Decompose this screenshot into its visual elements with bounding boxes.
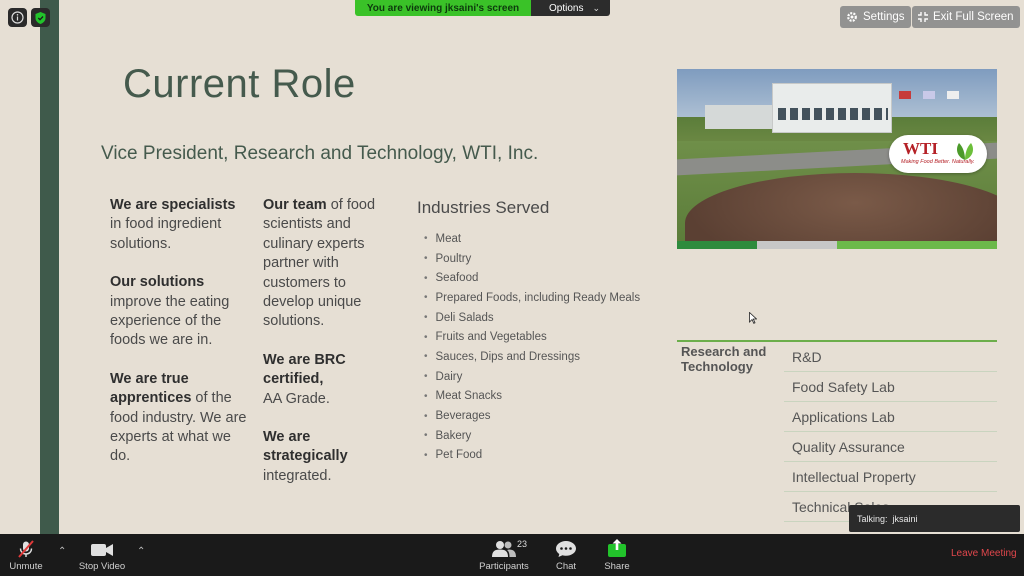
unmute-label: Unmute <box>9 561 43 572</box>
exit-fullscreen-label: Exit Full Screen <box>933 11 1014 23</box>
chat-label: Chat <box>555 561 577 572</box>
chevron-down-icon: ⌄ <box>592 3 600 13</box>
talking-name: jksaini <box>892 513 918 524</box>
slide-side-bar <box>40 0 59 534</box>
wti-logo: WTI Making Food Better. Naturally. <box>889 135 987 173</box>
rd-item: R&D <box>784 342 997 372</box>
rd-item: Quality Assurance <box>784 432 997 462</box>
rd-item: Food Safety Lab <box>784 372 997 402</box>
rd-item: Intellectual Property <box>784 462 997 492</box>
industry-item: Pet Food <box>424 446 640 466</box>
share-screen-button[interactable]: Share <box>598 534 636 576</box>
info-icon <box>11 11 24 24</box>
industry-item: Beverages <box>424 406 640 426</box>
participants-count: 23 <box>517 539 528 549</box>
meeting-info-button[interactable] <box>8 8 27 27</box>
industry-item: Meat <box>424 229 640 249</box>
facility-photo: WTI Making Food Better. Naturally. <box>677 69 997 241</box>
view-options-button[interactable]: Options ⌄ <box>531 0 610 16</box>
mouse-cursor-icon <box>749 312 757 324</box>
stripe-grey <box>757 241 837 249</box>
settings-label: Settings <box>863 11 905 23</box>
flag-icon <box>947 91 959 99</box>
video-camera-icon <box>91 544 113 556</box>
shared-screen: Current Role Vice President, Research an… <box>0 0 1024 534</box>
leave-meeting-button[interactable]: Leave Meeting <box>951 548 1017 559</box>
column-specialists: We are specialists in food ingredient so… <box>110 196 250 486</box>
encryption-button[interactable] <box>31 8 50 27</box>
industry-item: Meat Snacks <box>424 387 640 407</box>
slide-title: Current Role <box>123 62 356 106</box>
industry-item: Deli Salads <box>424 308 640 328</box>
muted-microphone-icon <box>18 540 34 558</box>
shield-icon <box>35 11 46 24</box>
col2-paragraph: We are BRC certified, AA Grade. <box>263 351 346 407</box>
col2-paragraph: We are strategically integrated. <box>263 429 348 484</box>
industry-item: Prepared Foods, including Ready Meals <box>424 288 641 308</box>
talking-indicator: Talking: jksaini <box>849 505 1020 532</box>
rd-list: R&D Food Safety Lab Applications Lab Qua… <box>784 342 997 522</box>
industry-item: Bakery <box>424 426 640 446</box>
participants-label: Participants <box>479 561 529 572</box>
slide-subtitle: Vice President, Research and Technology,… <box>101 143 539 164</box>
exit-fullscreen-icon <box>918 12 928 22</box>
leaf-icon <box>957 143 973 160</box>
unmute-button[interactable]: Unmute <box>5 534 47 576</box>
industry-item: Fruits and Vegetables <box>424 327 640 347</box>
industry-item: Dairy <box>424 367 640 387</box>
rd-item: Applications Lab <box>784 402 997 432</box>
audio-options-chevron-up-icon[interactable]: ⌃ <box>58 546 66 557</box>
participants-icon <box>492 541 516 557</box>
chat-button[interactable]: Chat <box>548 534 584 576</box>
column-team: Our team of food scientists and culinary… <box>263 196 393 505</box>
stripe-lightgreen <box>837 241 997 249</box>
col1-paragraph: We are specialists in food ingredient so… <box>110 197 236 252</box>
chat-bubble-icon <box>556 541 576 557</box>
industry-item: Poultry <box>424 249 640 269</box>
col1-paragraph: Our solutions improve the eating experie… <box>110 274 230 349</box>
col2-paragraph: Our team of food scientists and culinary… <box>263 197 376 330</box>
gear-icon <box>847 12 857 22</box>
stripe-green <box>677 241 757 249</box>
flag-icon <box>923 91 935 99</box>
flag-icon <box>899 91 911 99</box>
stop-video-label: Stop Video <box>78 561 126 572</box>
settings-button[interactable]: Settings <box>840 6 911 28</box>
col1-paragraph: We are true apprentices of the food indu… <box>110 370 247 465</box>
meeting-toolbar: Unmute ⌃ Stop Video ⌃ Participants 23 Ch… <box>0 534 1024 576</box>
options-label: Options <box>549 2 584 14</box>
industries-title: Industries Served <box>417 198 550 217</box>
share-label: Share <box>604 561 630 572</box>
industry-item: Sauces, Dips and Dressings <box>424 347 640 367</box>
video-options-chevron-up-icon[interactable]: ⌃ <box>137 546 145 557</box>
share-screen-icon <box>608 539 626 557</box>
industry-item: Seafood <box>424 268 640 288</box>
rd-heading: Research and Technology <box>681 344 767 374</box>
viewing-banner: You are viewing jksaini's screen <box>355 0 531 16</box>
stop-video-button[interactable]: Stop Video <box>76 534 128 576</box>
industries-list: Meat Poultry Seafood Prepared Foods, inc… <box>424 229 641 466</box>
exit-fullscreen-button[interactable]: Exit Full Screen <box>912 6 1020 28</box>
